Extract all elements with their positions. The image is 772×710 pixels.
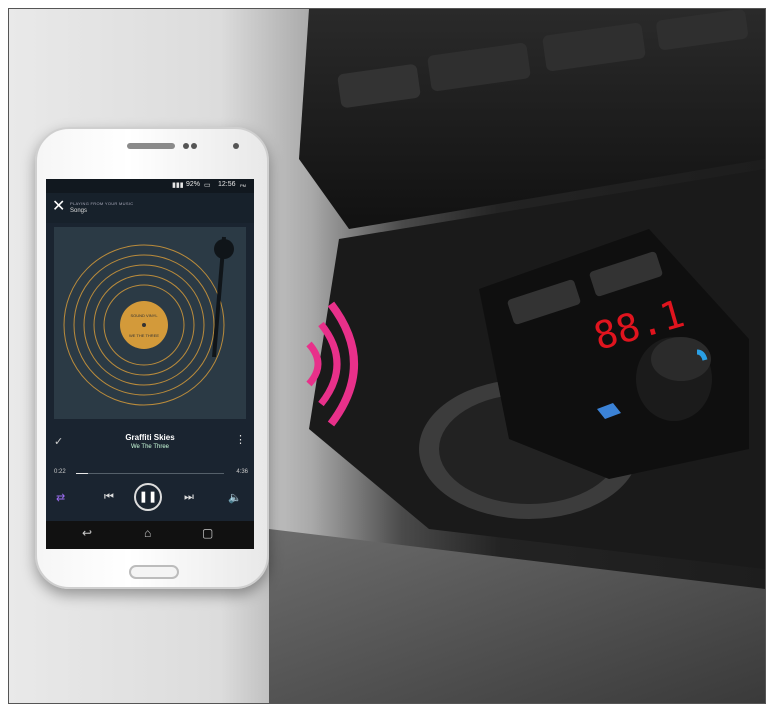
- close-icon[interactable]: ✕: [52, 199, 65, 215]
- next-icon[interactable]: ⏭: [184, 491, 194, 504]
- progress-track[interactable]: [76, 473, 224, 474]
- product-photo: 88.1 ▮▮▮ 92% ▭ 12:56 PM ✕ PLAYING FROM Y…: [8, 8, 766, 704]
- shuffle-icon[interactable]: ⇄: [56, 491, 65, 504]
- signal-wave-icon: [306, 341, 322, 387]
- track-info: ✓ Graffiti Skies We The Three ⋮: [46, 427, 254, 467]
- source-label: Songs: [70, 208, 88, 214]
- recents-icon[interactable]: ▢: [202, 526, 213, 540]
- more-options-icon[interactable]: ⋮: [235, 433, 246, 446]
- album-art: SOUND VINYL WE THE THREE: [54, 227, 246, 419]
- clock: 12:56: [218, 181, 236, 188]
- total-time: 4:36: [236, 469, 248, 475]
- speaker-grille: [127, 143, 175, 149]
- vinyl-record-illustration: SOUND VINYL WE THE THREE: [54, 227, 246, 419]
- elapsed-time: 0:22: [54, 469, 66, 475]
- front-camera: [233, 143, 239, 149]
- battery-percent: 92%: [186, 181, 201, 188]
- ampm: PM: [240, 183, 246, 188]
- signal-icon: ▮▮▮: [172, 182, 184, 189]
- record-label-text: SOUND VINYL: [130, 313, 158, 318]
- playing-from-label: PLAYING FROM YOUR MUSIC: [70, 201, 134, 206]
- progress-bar[interactable]: 0:22 4:36: [46, 469, 254, 481]
- android-nav-bar: ↩ ⌂ ▢: [46, 521, 254, 549]
- front-sensor: [191, 143, 197, 149]
- smartphone: ▮▮▮ 92% ▭ 12:56 PM ✕ PLAYING FROM YOUR M…: [35, 127, 269, 589]
- status-bar: ▮▮▮ 92% ▭ 12:56 PM: [46, 179, 254, 193]
- playback-controls: ⇄ ⏮ ❚❚ ⏭ 🔈: [46, 483, 254, 517]
- previous-icon[interactable]: ⏮: [104, 491, 114, 504]
- back-icon[interactable]: ↩: [82, 526, 92, 540]
- pause-button[interactable]: ❚❚: [134, 483, 162, 511]
- music-app-header: ✕ PLAYING FROM YOUR MUSIC Songs: [46, 193, 254, 223]
- home-icon[interactable]: ⌂: [144, 526, 151, 540]
- track-artist: We The Three: [130, 444, 170, 450]
- progress-fill: [76, 473, 88, 474]
- front-sensor: [183, 143, 189, 149]
- phone-screen: ▮▮▮ 92% ▭ 12:56 PM ✕ PLAYING FROM YOUR M…: [46, 179, 254, 549]
- physical-home-button: [129, 565, 179, 579]
- volume-icon[interactable]: 🔈: [228, 491, 242, 504]
- record-label-text: WE THE THREE: [129, 333, 159, 338]
- track-title: Graffiti Skies: [125, 433, 175, 442]
- battery-icon: ▭: [204, 182, 211, 189]
